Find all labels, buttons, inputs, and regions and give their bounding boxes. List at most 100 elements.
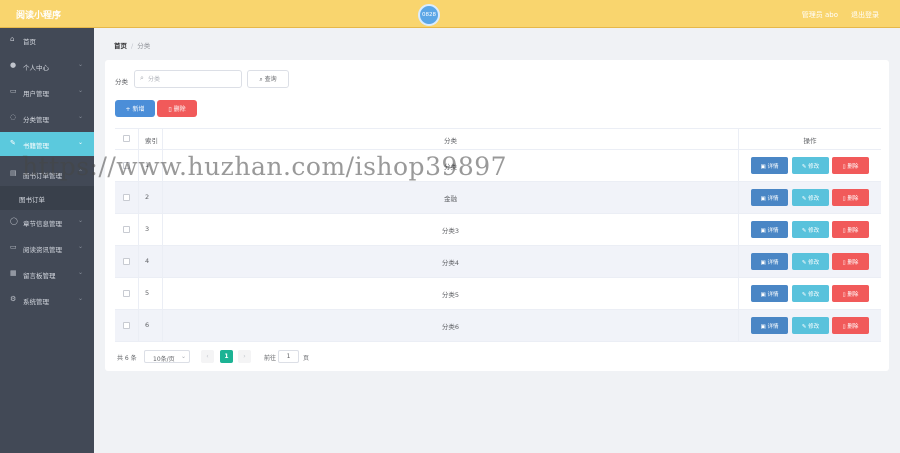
row-name: 分类4 <box>441 259 460 267</box>
chevron-down-icon: ⌄ <box>78 243 84 250</box>
edit-button[interactable]: ✎ 修改 <box>792 189 829 206</box>
search-field[interactable]: ⌕ <box>134 70 242 88</box>
edit-button[interactable]: ✎ 修改 <box>792 317 829 334</box>
row-name: 分类3 <box>441 227 460 235</box>
users-icon: ▭ <box>10 87 17 95</box>
home-icon: ⌂ <box>10 35 15 43</box>
query-button[interactable]: ⌕ 查询 <box>247 70 289 88</box>
chevron-down-icon: ⌄ <box>78 87 84 94</box>
page-unit-label: 页 <box>303 355 310 362</box>
row-checkbox[interactable] <box>123 322 130 329</box>
gear-icon: ⚙ <box>10 295 17 303</box>
remove-button[interactable]: ▯ 删除 <box>832 157 869 174</box>
detail-button[interactable]: ▣ 详情 <box>751 221 788 238</box>
sidebar-item-label: 分类管理 <box>23 116 49 124</box>
delete-button[interactable]: ▯ 删除 <box>157 100 197 117</box>
detail-button[interactable]: ▣ 详情 <box>751 253 788 270</box>
sidebar-item-news[interactable]: ▭ 阅读资讯管理 ⌄ <box>0 236 94 260</box>
sidebar-item-label: 用户管理 <box>23 90 49 98</box>
row-checkbox[interactable] <box>123 226 130 233</box>
edit-button[interactable]: ✎ 修改 <box>792 221 829 238</box>
news-icon: ▭ <box>10 243 17 251</box>
row-name: 分类5 <box>441 291 460 299</box>
chevron-down-icon: ⌄ <box>78 269 84 276</box>
goto-page-input[interactable]: 1 <box>278 350 299 363</box>
page-number-current[interactable]: 1 <box>220 350 233 363</box>
sidebar-item-label: 系统管理 <box>23 298 49 306</box>
remove-button[interactable]: ▯ 删除 <box>832 285 869 302</box>
header-index: 索引 <box>145 137 158 145</box>
edit-button[interactable]: ✎ 修改 <box>792 253 829 270</box>
sidebar-item-profile[interactable]: ● 个人中心 ⌄ <box>0 54 94 78</box>
chevron-down-icon: ⌄ <box>78 217 84 224</box>
sidebar: ⌂ 首页 ● 个人中心 ⌄ ▭ 用户管理 ⌄ ◌ 分类管理 ⌄ ✎ 书籍管理 ⌄… <box>0 28 94 453</box>
sidebar-subitem-book-orders[interactable]: 图书订单 <box>0 186 94 210</box>
breadcrumb-current: 分类 <box>137 42 151 50</box>
detail-button[interactable]: ▣ 详情 <box>751 317 788 334</box>
row-index: 6 <box>145 321 150 329</box>
detail-button[interactable]: ▣ 详情 <box>751 157 788 174</box>
remove-button[interactable]: ▯ 删除 <box>832 189 869 206</box>
sidebar-item-chapters[interactable]: ◯ 章节信息管理 ⌄ <box>0 210 94 234</box>
sidebar-item-home[interactable]: ⌂ 首页 <box>0 28 94 52</box>
search-icon: ⌕ <box>140 74 144 82</box>
select-all-checkbox[interactable] <box>123 135 130 142</box>
edit-button[interactable]: ✎ 修改 <box>792 157 829 174</box>
sidebar-item-label: 留言板管理 <box>23 272 56 280</box>
page-size-select[interactable]: 10条/页 ⌄ <box>144 350 190 363</box>
chevron-down-icon: ⌄ <box>78 61 84 68</box>
sidebar-item-label: 图书订单 <box>19 196 45 204</box>
search-label: 分类 <box>115 78 128 86</box>
remove-button[interactable]: ▯ 删除 <box>832 317 869 334</box>
remove-button[interactable]: ▯ 删除 <box>832 253 869 270</box>
remove-button[interactable]: ▯ 删除 <box>832 221 869 238</box>
sidebar-item-category[interactable]: ◌ 分类管理 ⌄ <box>0 106 94 130</box>
main-content: 首页/分类 分类 ⌕ ⌕ 查询 + 新增 ▯ 删除 索引 分类 操作 1 分类 … <box>94 28 900 453</box>
message-icon: ▦ <box>10 269 17 277</box>
next-page-button[interactable]: › <box>238 350 251 363</box>
sidebar-item-messages[interactable]: ▦ 留言板管理 ⌄ <box>0 262 94 286</box>
search-input[interactable] <box>148 73 238 85</box>
row-checkbox[interactable] <box>123 258 130 265</box>
edit-button[interactable]: ✎ 修改 <box>792 285 829 302</box>
delete-button-label: 删除 <box>173 106 186 113</box>
sidebar-item-label: 阅读资讯管理 <box>23 246 62 254</box>
sidebar-item-label: 章节信息管理 <box>23 220 62 228</box>
pagination: 共 6 条 10条/页 ⌄ ‹ 1 › 前往 1 页 <box>117 350 417 364</box>
current-user: 管理员 abo <box>801 11 838 19</box>
row-name: 分类6 <box>441 323 460 331</box>
book-icon: ✎ <box>10 139 16 147</box>
row-checkbox[interactable] <box>123 194 130 201</box>
row-checkbox[interactable] <box>123 290 130 297</box>
chevron-down-icon: ⌄ <box>78 295 84 302</box>
row-index: 4 <box>145 257 150 265</box>
chevron-down-icon: ⌄ <box>181 353 187 360</box>
header-ops: 操作 <box>803 137 817 145</box>
goto-label: 前往 <box>264 355 277 362</box>
prev-page-button[interactable]: ‹ <box>201 350 214 363</box>
sidebar-item-system[interactable]: ⚙ 系统管理 ⌄ <box>0 288 94 312</box>
row-name: 金融 <box>444 195 457 203</box>
table-row: 3 分类3 ▣ 详情 ✎ 修改 ▯ 删除 <box>115 214 881 246</box>
detail-button[interactable]: ▣ 详情 <box>751 189 788 206</box>
table-row: 5 分类5 ▣ 详情 ✎ 修改 ▯ 删除 <box>115 278 881 310</box>
sidebar-item-users[interactable]: ▭ 用户管理 ⌄ <box>0 80 94 104</box>
sidebar-item-label: 首页 <box>23 38 36 46</box>
query-button-label: 查询 <box>264 76 277 83</box>
chevron-down-icon: ⌄ <box>78 113 84 120</box>
logout-link[interactable]: 退出登录 <box>851 10 879 20</box>
row-index: 2 <box>145 193 150 201</box>
tag-icon: ◌ <box>10 113 17 121</box>
breadcrumb-home[interactable]: 首页 <box>114 42 127 50</box>
detail-button[interactable]: ▣ 详情 <box>751 285 788 302</box>
avatar[interactable]: 0828 <box>418 4 440 26</box>
sidebar-item-label: 书籍管理 <box>23 142 49 150</box>
row-index: 5 <box>145 289 150 297</box>
chevron-down-icon: ⌄ <box>78 139 84 146</box>
breadcrumb: 首页 / 分类 <box>114 40 150 50</box>
total-count: 共 6 条 <box>117 355 137 362</box>
chapter-icon: ◯ <box>10 217 18 225</box>
add-button[interactable]: + 新增 <box>115 100 155 117</box>
user-icon: ● <box>10 61 17 69</box>
header-name: 分类 <box>444 137 457 145</box>
